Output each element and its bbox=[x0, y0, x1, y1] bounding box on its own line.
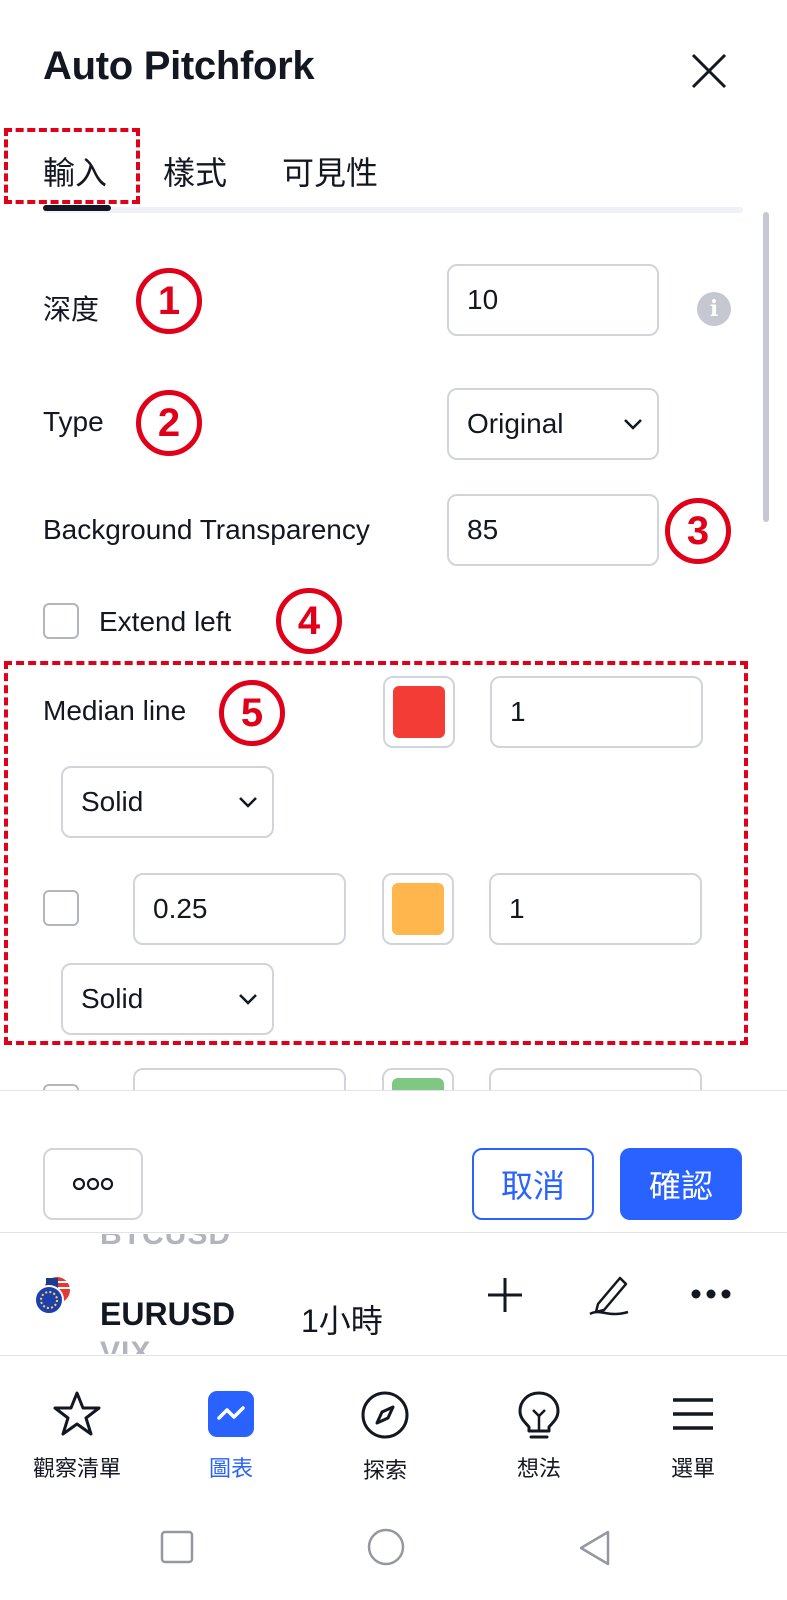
chevron-down-icon bbox=[239, 797, 257, 808]
scrollbar[interactable] bbox=[763, 212, 769, 522]
tab-style[interactable]: 樣式 bbox=[163, 148, 227, 194]
footer-divider bbox=[0, 1090, 787, 1091]
close-icon[interactable] bbox=[690, 52, 728, 90]
chevron-down-icon bbox=[239, 994, 257, 1005]
nav-divider bbox=[0, 1355, 787, 1356]
median-line-width-input[interactable]: 1 bbox=[490, 676, 703, 748]
back-icon[interactable] bbox=[578, 1530, 612, 1566]
nav-menu-label: 選單 bbox=[670, 1456, 715, 1481]
compass-icon bbox=[361, 1391, 409, 1439]
eurusd-flag-icon bbox=[34, 1277, 70, 1315]
level-1-color-swatch bbox=[392, 883, 444, 935]
extend-left-label: Extend left bbox=[99, 606, 232, 637]
dialog-bottom-divider bbox=[0, 1232, 787, 1233]
nav-explore-label: 探索 bbox=[362, 1458, 407, 1483]
type-select-value: Original bbox=[467, 408, 564, 439]
ghost-symbol-above: BTCUSD bbox=[100, 1234, 231, 1251]
more-horizontal-icon[interactable] bbox=[690, 1288, 732, 1300]
level-1-style-select[interactable]: Solid bbox=[61, 963, 274, 1035]
annotation-marker-1: 1 bbox=[136, 268, 202, 334]
tab-highlight-annotation bbox=[4, 128, 140, 204]
median-line-style-value: Solid bbox=[81, 786, 144, 817]
depth-label: 深度 bbox=[43, 294, 100, 325]
type-label: Type bbox=[43, 406, 104, 437]
annotation-marker-5: 5 bbox=[219, 680, 285, 746]
drawing-pen-icon[interactable] bbox=[586, 1272, 632, 1318]
level-1-color-button[interactable] bbox=[382, 873, 454, 945]
tabs-track bbox=[43, 207, 743, 213]
confirm-button[interactable]: 確認 bbox=[620, 1148, 742, 1220]
level-1-value-input[interactable]: 0.25 bbox=[133, 873, 346, 945]
nav-menu[interactable]: 選單 bbox=[628, 1390, 758, 1483]
home-icon[interactable] bbox=[366, 1527, 406, 1567]
star-icon bbox=[53, 1391, 101, 1436]
nav-ideas[interactable]: 想法 bbox=[474, 1390, 604, 1483]
recent-apps-icon[interactable] bbox=[160, 1530, 194, 1564]
nav-ideas-label: 想法 bbox=[516, 1456, 561, 1481]
level-1-checkbox[interactable] bbox=[43, 890, 79, 926]
more-options-button[interactable] bbox=[43, 1148, 143, 1220]
median-line-color-swatch bbox=[393, 686, 445, 738]
nav-chart-label: 圖表 bbox=[208, 1456, 253, 1481]
chevron-down-icon bbox=[624, 419, 642, 430]
median-line-color-button[interactable] bbox=[383, 676, 455, 748]
level-2-row-partial bbox=[0, 1068, 787, 1090]
symbol-bar: BTCUSD VIX bbox=[0, 1234, 787, 1354]
menu-icon bbox=[673, 1398, 713, 1430]
bg-transparency-label: Background Transparency bbox=[43, 514, 370, 545]
level-1-style-value: Solid bbox=[81, 983, 144, 1014]
level-2-value-input[interactable] bbox=[133, 1068, 346, 1090]
annotation-marker-4: 4 bbox=[276, 588, 342, 654]
level-1-width-input[interactable]: 1 bbox=[489, 873, 702, 945]
extend-left-checkbox[interactable] bbox=[43, 603, 79, 639]
plus-icon[interactable] bbox=[486, 1276, 524, 1314]
annotation-marker-2: 2 bbox=[136, 390, 202, 456]
nav-chart[interactable]: 圖表 bbox=[166, 1390, 296, 1483]
nav-explore[interactable]: 探索 bbox=[320, 1390, 450, 1485]
more-options-icon bbox=[72, 1177, 114, 1191]
cancel-button[interactable]: 取消 bbox=[472, 1148, 594, 1220]
dialog-title: Auto Pitchfork bbox=[43, 44, 315, 88]
interval-button[interactable]: 1小時 bbox=[301, 1296, 383, 1342]
info-icon[interactable]: i bbox=[697, 292, 731, 326]
chart-icon bbox=[208, 1391, 254, 1437]
nav-watchlist-label: 觀察清單 bbox=[32, 1456, 121, 1481]
median-line-label: Median line bbox=[43, 695, 187, 726]
level-2-color-button[interactable] bbox=[382, 1068, 454, 1090]
depth-input[interactable]: 10 bbox=[447, 264, 659, 336]
nav-watchlist[interactable]: 觀察清單 bbox=[12, 1390, 142, 1483]
tab-visibility[interactable]: 可見性 bbox=[282, 148, 378, 194]
active-tab-indicator bbox=[43, 205, 111, 211]
type-select[interactable]: Original bbox=[447, 388, 659, 460]
annotation-marker-3: 3 bbox=[665, 498, 731, 564]
level-2-color-swatch bbox=[392, 1078, 444, 1090]
bg-transparency-input[interactable]: 85 bbox=[447, 494, 659, 566]
median-line-style-select[interactable]: Solid bbox=[61, 766, 274, 838]
level-2-width-input[interactable] bbox=[489, 1068, 702, 1090]
lightbulb-icon bbox=[518, 1391, 560, 1439]
ghost-symbol-below: VIX bbox=[100, 1336, 152, 1354]
symbol-name[interactable]: EURUSD bbox=[100, 1296, 235, 1333]
